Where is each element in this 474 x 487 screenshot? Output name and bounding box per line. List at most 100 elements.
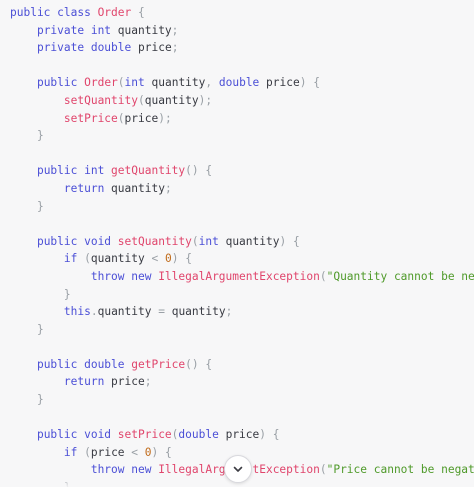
code-token: price <box>225 428 260 442</box>
code-token: ) { <box>171 252 192 266</box>
code-token: ) { <box>279 234 300 248</box>
code-token: quantity <box>117 23 172 37</box>
code-token: Order <box>84 76 118 90</box>
code-token: public void <box>36 234 118 248</box>
code-content: public class Order { private int quantit… <box>10 4 474 487</box>
code-token: private int <box>36 23 118 37</box>
code-line: private double price; <box>10 39 474 57</box>
code-token: ( <box>319 269 327 283</box>
code-token: "Price cannot be negativ <box>326 463 474 477</box>
code-token: ); <box>158 111 172 125</box>
code-token: ; <box>171 23 179 37</box>
code-line: throw new IllegalArgumentException("Quan… <box>10 268 474 286</box>
code-line: public void setPrice(double price) { <box>10 426 474 444</box>
code-token: return <box>63 375 112 389</box>
code-token: ); <box>198 93 213 107</box>
code-token: getQuantity <box>111 164 186 178</box>
code-line: public void setQuantity(int quantity) { <box>10 233 474 251</box>
code-token: quantity <box>90 252 152 266</box>
code-token: } <box>36 322 44 336</box>
code-token: ( <box>84 445 91 459</box>
code-token: price <box>266 76 300 90</box>
code-line: } <box>10 127 474 145</box>
code-token: int <box>198 234 226 248</box>
code-token: ( <box>117 76 125 90</box>
code-token: setQuantity <box>63 93 138 107</box>
code-token: public <box>36 76 85 90</box>
code-token: } <box>36 393 44 407</box>
code-token: public int <box>36 164 112 178</box>
code-line: return quantity; <box>10 180 474 198</box>
code-token: } <box>36 199 44 213</box>
code-token: throw new <box>90 269 159 283</box>
code-token: public class <box>10 6 98 19</box>
code-token: } <box>36 129 44 143</box>
code-token: ; <box>144 375 152 389</box>
code-line: } <box>10 391 474 409</box>
code-token: "Quantity cannot be nega <box>326 269 474 283</box>
code-token: ( <box>191 234 199 248</box>
code-token: } <box>63 287 71 301</box>
code-token: Order <box>97 6 132 19</box>
code-token: 0 <box>144 445 152 459</box>
code-token: ( <box>319 463 327 477</box>
code-token: ( <box>117 111 125 125</box>
code-line: } <box>10 321 474 339</box>
code-token: ) { <box>299 76 320 90</box>
code-token: < <box>151 252 165 266</box>
code-line: private int quantity; <box>10 22 474 40</box>
code-token: IllegalArgumentException <box>158 269 320 283</box>
code-token: ( <box>137 93 145 107</box>
code-line: setQuantity(quantity); <box>10 92 474 110</box>
chevron-down-icon <box>232 463 244 475</box>
code-token: < <box>131 445 145 459</box>
code-token: = <box>158 305 172 319</box>
code-line: setPrice(price); <box>10 110 474 128</box>
code-token: ; <box>171 41 179 55</box>
scroll-to-bottom-button[interactable] <box>224 455 252 483</box>
code-token: getPrice <box>131 357 186 371</box>
code-token: 0 <box>164 252 172 266</box>
code-token: () { <box>185 357 213 371</box>
code-token: () { <box>185 164 213 178</box>
code-token: int <box>124 76 152 90</box>
code-line: if (quantity < 0) { <box>10 250 474 268</box>
code-token: ; <box>225 305 233 319</box>
code-token: price <box>138 41 172 55</box>
code-token: throw new <box>90 463 159 477</box>
code-token: public double <box>36 357 132 371</box>
code-token: if <box>63 252 85 266</box>
code-token: public void <box>36 428 118 442</box>
code-token: quantity <box>144 93 199 107</box>
code-token: { <box>138 6 145 19</box>
code-line: this.quantity = quantity; <box>10 303 474 321</box>
code-token: ) { <box>259 428 280 442</box>
code-line: public int getQuantity() { <box>10 162 474 180</box>
code-token: ( <box>84 252 91 266</box>
code-token: } <box>64 481 71 487</box>
code-token: setQuantity <box>117 234 192 248</box>
code-token: quantity <box>171 305 226 319</box>
code-token: setPrice <box>117 428 172 442</box>
